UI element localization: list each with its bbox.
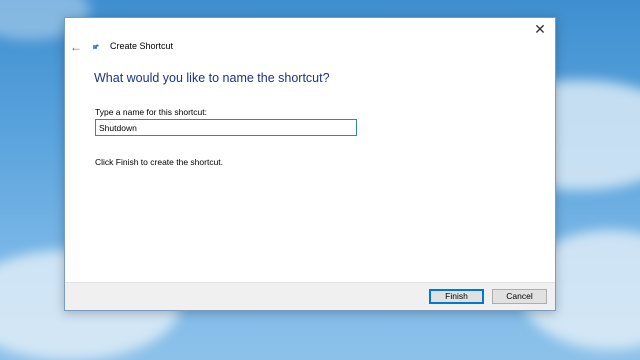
close-button[interactable]: ✕ bbox=[531, 20, 549, 38]
page-heading: What would you like to name the shortcut… bbox=[94, 71, 330, 85]
finish-button[interactable]: Finish bbox=[429, 289, 484, 304]
cancel-button[interactable]: Cancel bbox=[492, 289, 547, 304]
create-shortcut-dialog: ✕ ← Create Shortcut What would you like … bbox=[64, 17, 556, 311]
finish-hint-text: Click Finish to create the shortcut. bbox=[95, 157, 224, 167]
shortcut-name-input[interactable] bbox=[95, 119, 357, 136]
back-button[interactable]: ← bbox=[70, 40, 84, 54]
back-arrow-icon: ← bbox=[70, 40, 82, 54]
dialog-title: Create Shortcut bbox=[110, 41, 174, 51]
shortcut-wizard-icon bbox=[93, 44, 99, 49]
close-icon: ✕ bbox=[534, 21, 546, 37]
shortcut-name-label: Type a name for this shortcut: bbox=[95, 107, 207, 117]
desktop-background: ✕ ← Create Shortcut What would you like … bbox=[0, 0, 640, 360]
dialog-footer: Finish Cancel bbox=[65, 282, 555, 310]
